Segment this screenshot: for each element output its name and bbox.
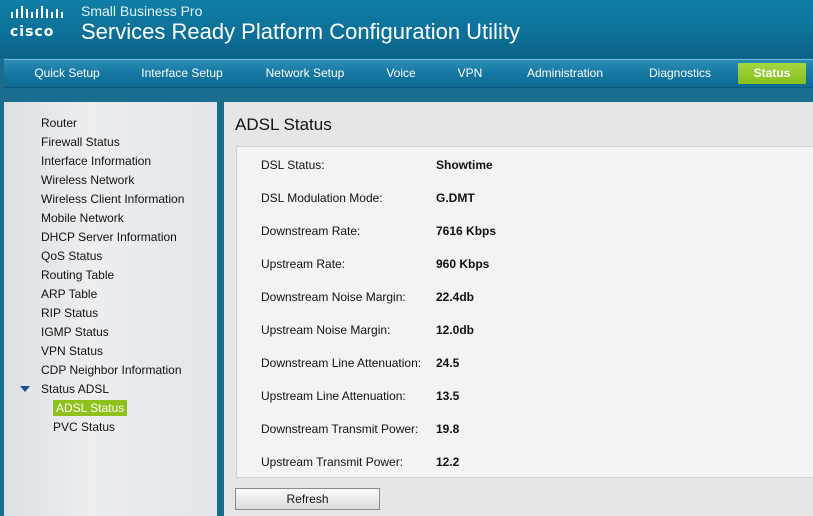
sidebar-item-firewall-status[interactable]: Firewall Status: [41, 134, 120, 150]
sidebar-item-wireless-client-information[interactable]: Wireless Client Information: [41, 191, 184, 207]
tab-vpn[interactable]: VPN: [450, 60, 490, 87]
row-label: DSL Status:: [261, 158, 325, 172]
sidebar-item-router[interactable]: Router: [41, 115, 77, 131]
tab-diagnostics[interactable]: Diagnostics: [640, 60, 720, 87]
sidebar-item-routing-table[interactable]: Routing Table: [41, 267, 114, 283]
product-subtitle: Small Business Pro: [81, 3, 203, 19]
sidebar-item-rip-status[interactable]: RIP Status: [41, 305, 98, 321]
app-title: Services Ready Platform Configuration Ut…: [81, 19, 520, 44]
tab-voice[interactable]: Voice: [379, 60, 423, 87]
cisco-logo: cisco: [8, 6, 66, 42]
cisco-logo-text: cisco: [10, 24, 55, 40]
tab-administration[interactable]: Administration: [518, 60, 612, 87]
row-value: 13.5: [436, 389, 460, 403]
tab-status[interactable]: Status: [738, 63, 806, 84]
row-value: 960 Kbps: [436, 257, 490, 271]
sidebar-item-igmp-status[interactable]: IGMP Status: [41, 324, 109, 340]
sidebar-item-wireless-network[interactable]: Wireless Network: [41, 172, 134, 188]
sidebar-group-status-adsl[interactable]: Status ADSL: [41, 381, 109, 397]
row-label: Downstream Line Attenuation:: [261, 356, 422, 370]
sidebar-item-pvc-status[interactable]: PVC Status: [53, 419, 115, 435]
sidebar-item-adsl-status[interactable]: ADSL Status: [53, 400, 128, 416]
page-title: ADSL Status: [235, 115, 332, 134]
sidebar-item-dhcp-server-information[interactable]: DHCP Server Information: [41, 229, 177, 245]
main-content: ADSL Status DSL Status: Showtime DSL Mod…: [224, 102, 813, 516]
row-value: 24.5: [436, 356, 460, 370]
main-nav: Quick Setup Interface Setup Network Setu…: [4, 59, 813, 88]
refresh-button[interactable]: Refresh: [235, 488, 380, 510]
row-label: Downstream Noise Margin:: [261, 290, 406, 304]
row-label: Downstream Rate:: [261, 224, 361, 238]
sidebar: Router Firewall Status Interface Informa…: [4, 102, 217, 516]
row-value: 22.4db: [436, 290, 475, 304]
tab-quick-setup[interactable]: Quick Setup: [22, 60, 112, 87]
row-label: Upstream Transmit Power:: [261, 455, 404, 469]
row-value: Showtime: [436, 158, 493, 172]
tab-interface-setup[interactable]: Interface Setup: [134, 60, 230, 87]
row-value: 19.8: [436, 422, 460, 436]
row-value: G.DMT: [436, 191, 475, 205]
row-label: Upstream Noise Margin:: [261, 323, 391, 337]
row-value: 7616 Kbps: [436, 224, 497, 238]
adsl-status-panel: DSL Status: Showtime DSL Modulation Mode…: [236, 146, 813, 478]
row-label: Upstream Rate:: [261, 257, 346, 271]
sidebar-item-mobile-network[interactable]: Mobile Network: [41, 210, 124, 226]
row-value: 12.2: [436, 455, 460, 469]
row-label: DSL Modulation Mode:: [261, 191, 383, 205]
tab-network-setup[interactable]: Network Setup: [258, 60, 352, 87]
sidebar-item-vpn-status[interactable]: VPN Status: [41, 343, 103, 359]
expanded-triangle-icon[interactable]: [20, 386, 30, 392]
row-label: Downstream Transmit Power:: [261, 422, 419, 436]
cisco-bridge-icon: [11, 6, 63, 18]
app-header: cisco Small Business Pro Services Ready …: [0, 0, 813, 58]
sidebar-item-cdp-neighbor-information[interactable]: CDP Neighbor Information: [41, 362, 182, 378]
sidebar-item-interface-information[interactable]: Interface Information: [41, 153, 151, 169]
row-label: Upstream Line Attenuation:: [261, 389, 406, 403]
sidebar-item-arp-table[interactable]: ARP Table: [41, 286, 97, 302]
row-value: 12.0db: [436, 323, 475, 337]
sidebar-item-qos-status[interactable]: QoS Status: [41, 248, 102, 264]
